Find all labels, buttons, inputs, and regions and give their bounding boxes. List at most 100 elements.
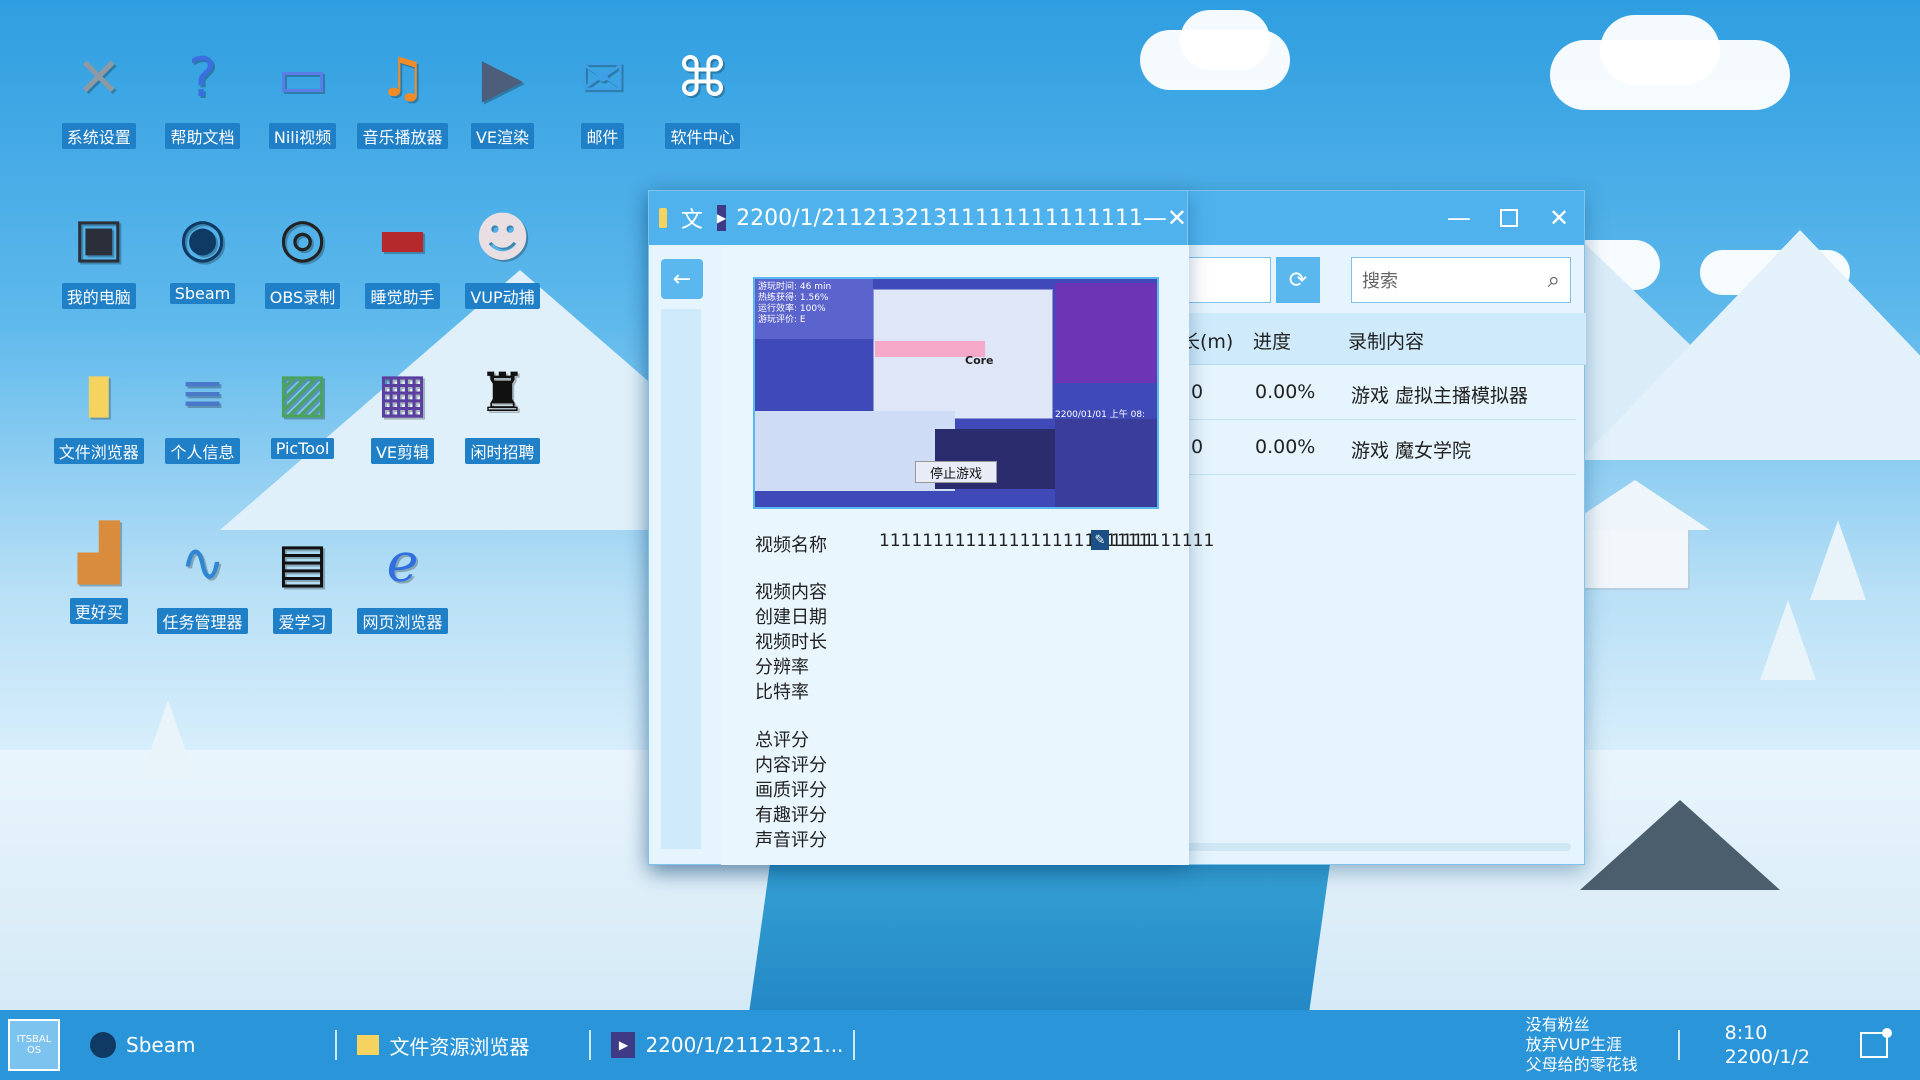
desktop-icon-14[interactable]: ▨ PicTool [248, 350, 358, 459]
desktop-icon-16[interactable]: ♜ 闲时招聘 [448, 350, 558, 464]
folder-icon: ▮ [83, 360, 114, 424]
desktop-icon-5[interactable]: ✉ 邮件 [548, 35, 658, 149]
row-length: 0 [1191, 436, 1204, 458]
refresh-icon: ⟳ [1288, 267, 1308, 293]
browser-icon: ℯ [386, 530, 419, 594]
desktop-icon-label: 爱学习 [273, 608, 332, 634]
score-content: 内容评分 [755, 755, 827, 776]
minimize-button[interactable]: — [1434, 191, 1484, 245]
desktop-icon-label: OBS录制 [264, 283, 341, 309]
taskbar-item-video[interactable]: ▶ 2200/1/21121321... [611, 1010, 843, 1080]
os-logo: ITSBAL OS [16, 1034, 52, 1056]
desktop-icon-15[interactable]: ▦ VE剪辑 [348, 350, 458, 464]
desktop-icon-12[interactable]: ▮ 文件浏览器 [44, 350, 154, 464]
status-career: 放弃VUP生涯 [1525, 1035, 1622, 1054]
desktop-icon-1[interactable]: ? 帮助文档 [148, 35, 258, 149]
desktop-icon-label: VE渲染 [470, 123, 535, 149]
info-fields: 视频内容 创建日期 视频时长 分辨率 比特率 [755, 580, 827, 705]
video-window-titlebar[interactable]: 文 ▶ 2200/1/21121321311111111111111 — ✕ [649, 191, 1187, 245]
stop-game-button[interactable]: 停止游戏 [915, 461, 997, 483]
desktop-icon-7[interactable]: ▣ 我的电脑 [44, 195, 154, 309]
help-icon: ? [188, 45, 217, 109]
tv-icon: ▭ [276, 45, 329, 109]
refresh-button[interactable]: ⟳ [1276, 257, 1320, 303]
clock-time: 8:10 [1724, 1022, 1768, 1044]
hat-icon: ♜ [478, 360, 527, 424]
desktop-icon-11[interactable]: ☻ VUP动捕 [448, 195, 558, 309]
field-duration: 视频时长 [755, 632, 827, 653]
info-icon: ≡ [179, 360, 226, 424]
computer-icon: ▣ [73, 205, 125, 269]
sbeam-icon: ◉ [178, 205, 227, 269]
desktop-icon-6[interactable]: ⌘ 软件中心 [648, 35, 758, 149]
back-button[interactable]: ← [661, 259, 703, 299]
render-icon: ▶ [481, 45, 524, 109]
desktop-icon-label: 帮助文档 [165, 123, 240, 149]
score-sound: 声音评分 [755, 830, 827, 851]
desktop-icon-label: Nili视频 [268, 123, 337, 149]
desktop-icon-17[interactable]: ▟ 更好买 [44, 510, 154, 624]
desktop-icon-label: 闲时招聘 [465, 438, 540, 464]
desktop-icon-label: 个人信息 [165, 438, 240, 464]
desktop-icon-label: VE剪辑 [370, 438, 435, 464]
taskbar: ITSBAL OS Sbeam 文件资源浏览器 ▶ 2200/1/2112132… [0, 1010, 1920, 1080]
desktop-icon-0[interactable]: ✕ 系统设置 [44, 35, 154, 149]
mail-icon: ✉ [579, 45, 626, 109]
search-icon[interactable]: ⌕ [1548, 268, 1560, 293]
shop-icon: ▟ [77, 520, 120, 584]
clock[interactable]: 8:10 2200/1/2 [1725, 1021, 1810, 1069]
video-file-icon: ▶ [716, 205, 727, 231]
column-header-progress[interactable]: 进度 [1253, 327, 1291, 354]
study-icon: ▤ [276, 530, 329, 594]
maximize-button[interactable] [1484, 191, 1534, 245]
desktop-icon-8[interactable]: ◉ Sbeam [148, 195, 258, 304]
window-title-prefix: 文 [680, 208, 703, 233]
desktop-icon-label: 睡觉助手 [365, 283, 440, 309]
desktop-icon-label: 系统设置 [61, 123, 136, 149]
taskbar-item-label: 2200/1/21121321... [645, 1033, 844, 1057]
folder-icon [357, 1035, 380, 1055]
desktop-icon-label: 邮件 [581, 123, 624, 149]
score-fun: 有趣评分 [755, 805, 827, 826]
chart-icon: ∿ [179, 530, 226, 594]
details-panel: 游玩时间: 46 min 热练获得: 1.56% 运行效率: 100% 游玩评价… [721, 245, 1214, 865]
start-button[interactable]: ITSBAL OS [8, 1019, 60, 1071]
close-button[interactable]: ✕ [1167, 191, 1187, 245]
desktop-icon-label: PicTool [270, 438, 335, 459]
wrench-icon: ✕ [76, 45, 122, 109]
score-fields: 总评分 内容评分 画质评分 有趣评分 声音评分 [755, 728, 827, 853]
video-file-icon: ▶ [611, 1032, 636, 1058]
search-box[interactable]: 搜索 ⌕ [1351, 257, 1571, 303]
taskbar-item-file-explorer[interactable]: 文件资源浏览器 [357, 1010, 529, 1080]
desktop-icon-19[interactable]: ▤ 爱学习 [248, 520, 358, 634]
row-progress: 0.00% [1255, 436, 1316, 458]
video-thumbnail[interactable]: 游玩时间: 46 min 热练获得: 1.56% 运行效率: 100% 游玩评价… [753, 277, 1159, 509]
desktop-icon-2[interactable]: ▭ Nili视频 [248, 35, 358, 149]
scrollbar[interactable] [1171, 843, 1571, 851]
row-progress: 0.00% [1255, 381, 1316, 403]
desktop-icon-20[interactable]: ℯ 网页浏览器 [348, 520, 458, 634]
status-money: 父母给的零花钱 [1525, 1055, 1638, 1074]
desktop-icon-10[interactable]: ▬ 睡觉助手 [348, 195, 458, 309]
picture-icon: ▨ [276, 360, 329, 424]
desktop-icon-9[interactable]: ◎ OBS录制 [248, 195, 358, 309]
notification-button[interactable] [1860, 1028, 1892, 1058]
minimize-button[interactable]: — [1143, 191, 1167, 245]
folder-icon [659, 208, 667, 228]
desktop-icon-label: 音乐播放器 [357, 123, 448, 149]
edit-icon[interactable]: ✎ [1091, 530, 1109, 550]
desktop-icon-18[interactable]: ∿ 任务管理器 [148, 520, 258, 634]
desktop-icon-13[interactable]: ≡ 个人信息 [148, 350, 258, 464]
minimize-icon: — [1142, 204, 1167, 232]
row-content: 游戏 虚拟主播模拟器 [1351, 385, 1529, 407]
desktop-icon-label: 更好买 [69, 598, 128, 624]
taskbar-item-sbeam[interactable]: Sbeam [90, 1010, 195, 1080]
close-button[interactable]: ✕ [1534, 191, 1584, 245]
row-length: 0 [1191, 381, 1204, 403]
desktop-icon-4[interactable]: ▶ VE渲染 [448, 35, 558, 149]
taskbar-item-label: Sbeam [126, 1033, 196, 1057]
bed-icon: ▬ [376, 205, 429, 269]
search-input[interactable]: 搜索 [1362, 267, 1548, 293]
column-header-content[interactable]: 录制内容 [1348, 327, 1424, 354]
desktop-icon-3[interactable]: ♫ 音乐播放器 [348, 35, 458, 149]
